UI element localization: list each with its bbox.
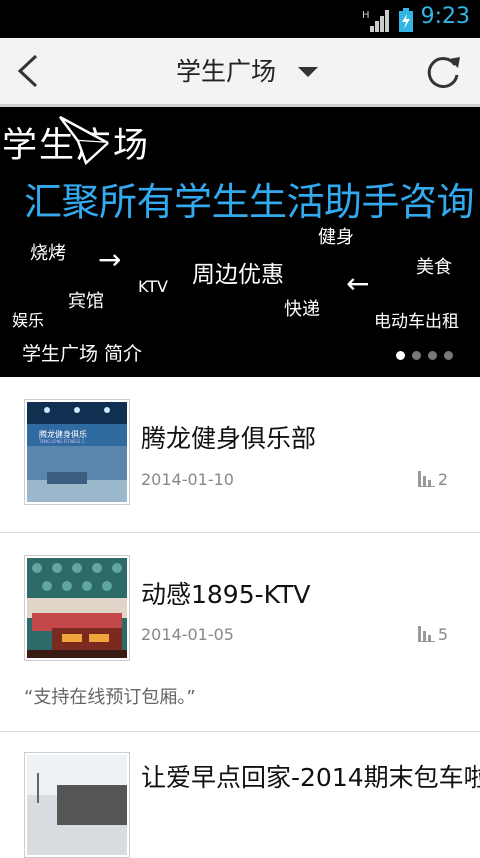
banner-word-bbq: 烧烤 <box>30 243 66 264</box>
carousel-indicator <box>396 345 460 364</box>
signal-icon: H <box>362 10 389 32</box>
banner-word-ktv: KTV <box>138 277 168 296</box>
banner-headline: 汇聚所有学生生活助手咨询 <box>24 180 475 224</box>
paper-plane-icon <box>59 115 109 166</box>
carousel-dot-active <box>396 351 405 360</box>
refresh-icon[interactable] <box>418 48 468 94</box>
item-description: “支持在线预订包厢。” <box>24 687 196 708</box>
list-item[interactable]: 让爱早点回家-2014期末包车啦 <box>0 732 480 858</box>
item-thumbnail <box>24 752 130 858</box>
action-bar: 学生广场 <box>0 38 480 107</box>
banner-carousel[interactable]: 学生广场 汇聚所有学生生活助手咨询 烧烤 健身 美食 KTV 周边优惠 宾馆 快… <box>0 107 480 377</box>
view-count-value: 5 <box>437 625 448 644</box>
thumb-subtext: TENG LONG FITNESS C <box>38 439 85 444</box>
item-thumbnail <box>24 555 130 661</box>
banner-word-deals: 周边优惠 <box>192 262 284 288</box>
item-view-count: 5 <box>417 625 448 644</box>
banner-word-fun: 娱乐 <box>12 311 45 330</box>
status-bar: H 9:23 <box>0 0 480 38</box>
view-count-value: 2 <box>437 470 448 489</box>
list-item[interactable]: 腾龙健身俱乐 TENG LONG FITNESS C 腾龙健身俱乐部 2014-… <box>0 377 480 533</box>
dropdown-caret-icon[interactable] <box>298 67 318 77</box>
bar-chart-icon <box>417 626 435 642</box>
item-title: 动感1895-KTV <box>141 580 311 609</box>
banner-word-food: 美食 <box>416 257 452 278</box>
back-arrow-icon[interactable] <box>10 48 50 94</box>
bar-chart-icon <box>417 471 435 487</box>
list-item[interactable]: 动感1895-KTV 2014-01-05 5 “支持在线预订包厢。” <box>0 533 480 732</box>
item-view-count: 2 <box>417 470 448 489</box>
network-type: H <box>362 10 370 21</box>
item-title: 让爱早点回家-2014期末包车啦 <box>141 763 480 792</box>
right-arrow-icon: → <box>98 243 122 276</box>
item-date: 2014-01-10 <box>141 470 234 489</box>
thumb-text: 腾龙健身俱乐 <box>39 429 87 439</box>
carousel-dot <box>428 351 437 360</box>
carousel-dot <box>412 351 421 360</box>
status-time: 9:23 <box>420 4 470 29</box>
banner-word-escooter: 电动车出租 <box>374 312 459 332</box>
left-arrow-icon: ← <box>346 267 370 300</box>
banner-word-express: 快递 <box>284 299 320 320</box>
post-list: 腾龙健身俱乐 TENG LONG FITNESS C 腾龙健身俱乐部 2014-… <box>0 377 480 858</box>
item-date: 2014-01-05 <box>141 625 234 644</box>
banner-caption: 学生广场 简介 <box>22 343 143 365</box>
banner-word-hotel: 宾馆 <box>68 291 104 312</box>
item-title: 腾龙健身俱乐部 <box>141 424 317 453</box>
battery-icon <box>399 8 413 32</box>
banner-word-fitness: 健身 <box>318 227 354 248</box>
carousel-dot <box>444 351 453 360</box>
item-thumbnail: 腾龙健身俱乐 TENG LONG FITNESS C <box>24 399 130 505</box>
page-title[interactable]: 学生广场 <box>176 52 276 88</box>
